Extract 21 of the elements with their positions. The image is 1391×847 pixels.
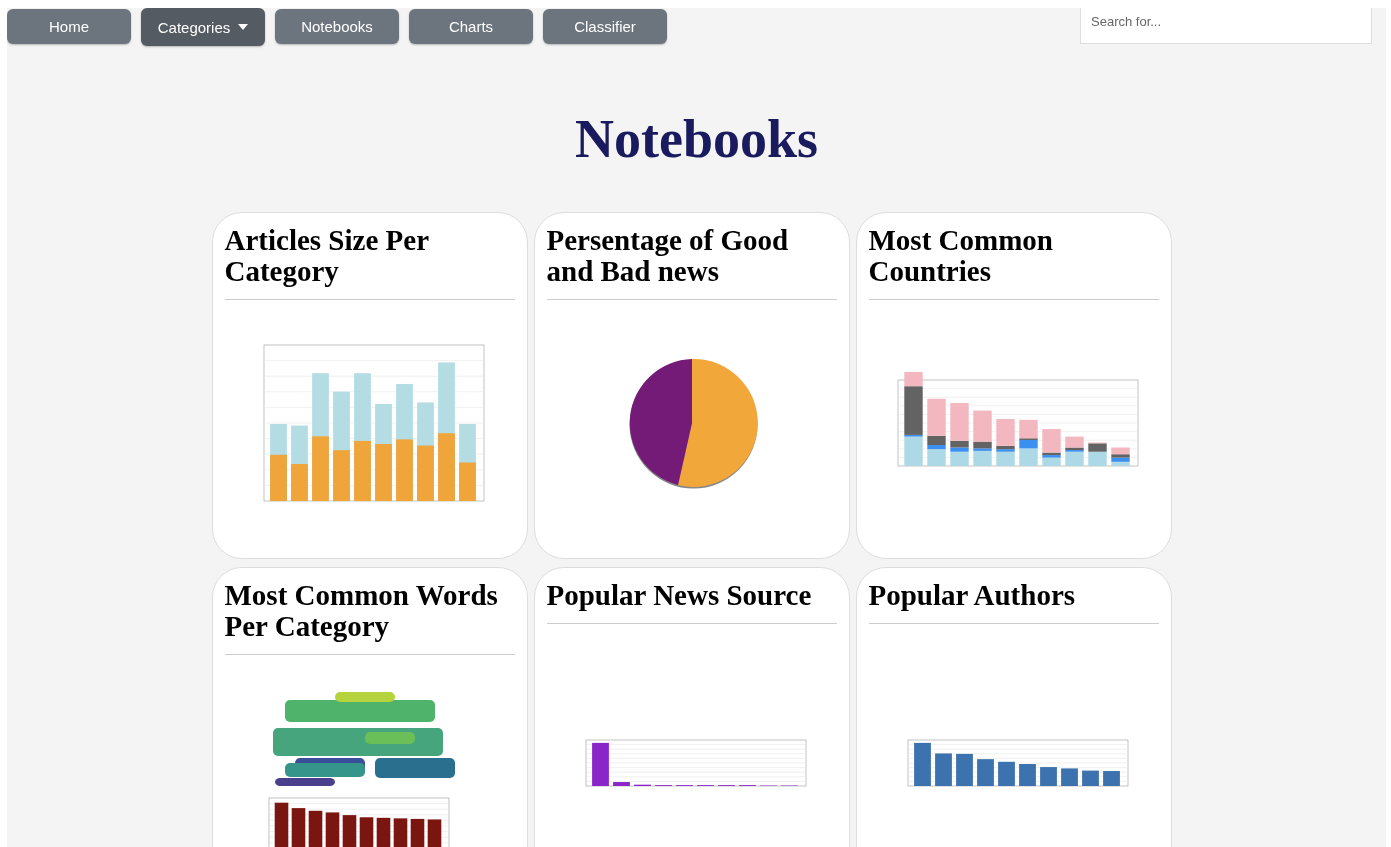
caret-icon bbox=[238, 24, 249, 30]
card-title: Popular Authors bbox=[868, 580, 1077, 611]
nav-button[interactable]: Charts bbox=[409, 9, 533, 44]
nav-button[interactable]: Categories bbox=[141, 8, 265, 46]
search-field[interactable]: Search for... bbox=[1080, 8, 1372, 44]
notebook-card[interactable]: Popular News Source bbox=[533, 567, 850, 847]
card-title: Persentage of Good and Bad news bbox=[546, 225, 790, 287]
card-title: Popular News Source bbox=[546, 580, 813, 611]
page-heading: Notebooks bbox=[574, 108, 819, 170]
notebook-card[interactable]: Popular Authors bbox=[855, 567, 1172, 847]
nav-button[interactable]: Notebooks bbox=[275, 9, 399, 44]
card-title: Most Common Words Per Category bbox=[224, 580, 499, 642]
bar bbox=[612, 781, 630, 786]
notebook-card[interactable]: Most Common Words Per Category bbox=[211, 567, 528, 847]
notebook-card[interactable]: Most Common Countries bbox=[855, 212, 1172, 559]
nav-button[interactable]: Classifier bbox=[543, 9, 667, 44]
notebook-card[interactable]: Articles Size Per Category bbox=[211, 212, 528, 559]
notebook-card[interactable]: Persentage of Good and Bad news bbox=[533, 212, 850, 559]
card-title: Articles Size Per Category bbox=[224, 225, 430, 287]
nav-button[interactable]: Home bbox=[7, 9, 131, 44]
card-title: Most Common Countries bbox=[868, 225, 1054, 287]
